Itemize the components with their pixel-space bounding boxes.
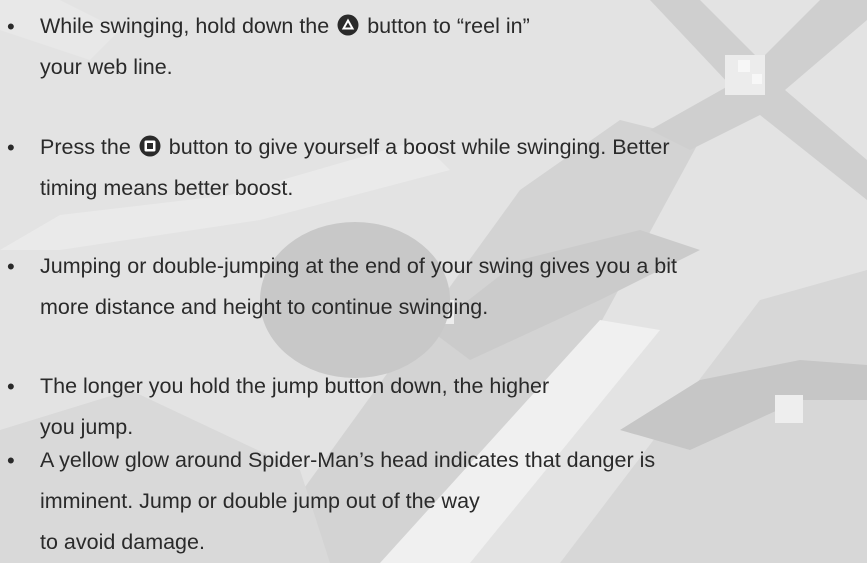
bullet-dot: • bbox=[7, 374, 15, 399]
square-button-icon bbox=[139, 135, 161, 157]
tip-text: your web line. bbox=[40, 55, 173, 79]
tip-text: Jumping or double-jumping at the end of … bbox=[40, 254, 678, 278]
tip-text: to avoid damage. bbox=[40, 530, 205, 554]
tip-text: Press the bbox=[40, 135, 131, 159]
tip-text: imminent. Jump or double jump out of the… bbox=[40, 489, 480, 513]
bullet-dot: • bbox=[7, 135, 15, 160]
tip-text: timing means better boost. bbox=[40, 176, 294, 200]
bullet-dot: • bbox=[7, 448, 15, 473]
tip-text: more distance and height to continue swi… bbox=[40, 295, 489, 319]
tip-text: The longer you hold the jump button down… bbox=[40, 374, 550, 398]
triangle-button-icon bbox=[337, 14, 359, 36]
bullet-dot: • bbox=[7, 14, 15, 39]
tip-text: While swinging, hold down the bbox=[40, 14, 330, 38]
bullet-dot: • bbox=[7, 254, 15, 279]
tip-text: A yellow glow around Spider-Man’s head i… bbox=[40, 448, 656, 472]
tip-text: button to give yourself a boost while sw… bbox=[168, 135, 670, 159]
tip-text: button to “reel in” bbox=[367, 14, 530, 38]
